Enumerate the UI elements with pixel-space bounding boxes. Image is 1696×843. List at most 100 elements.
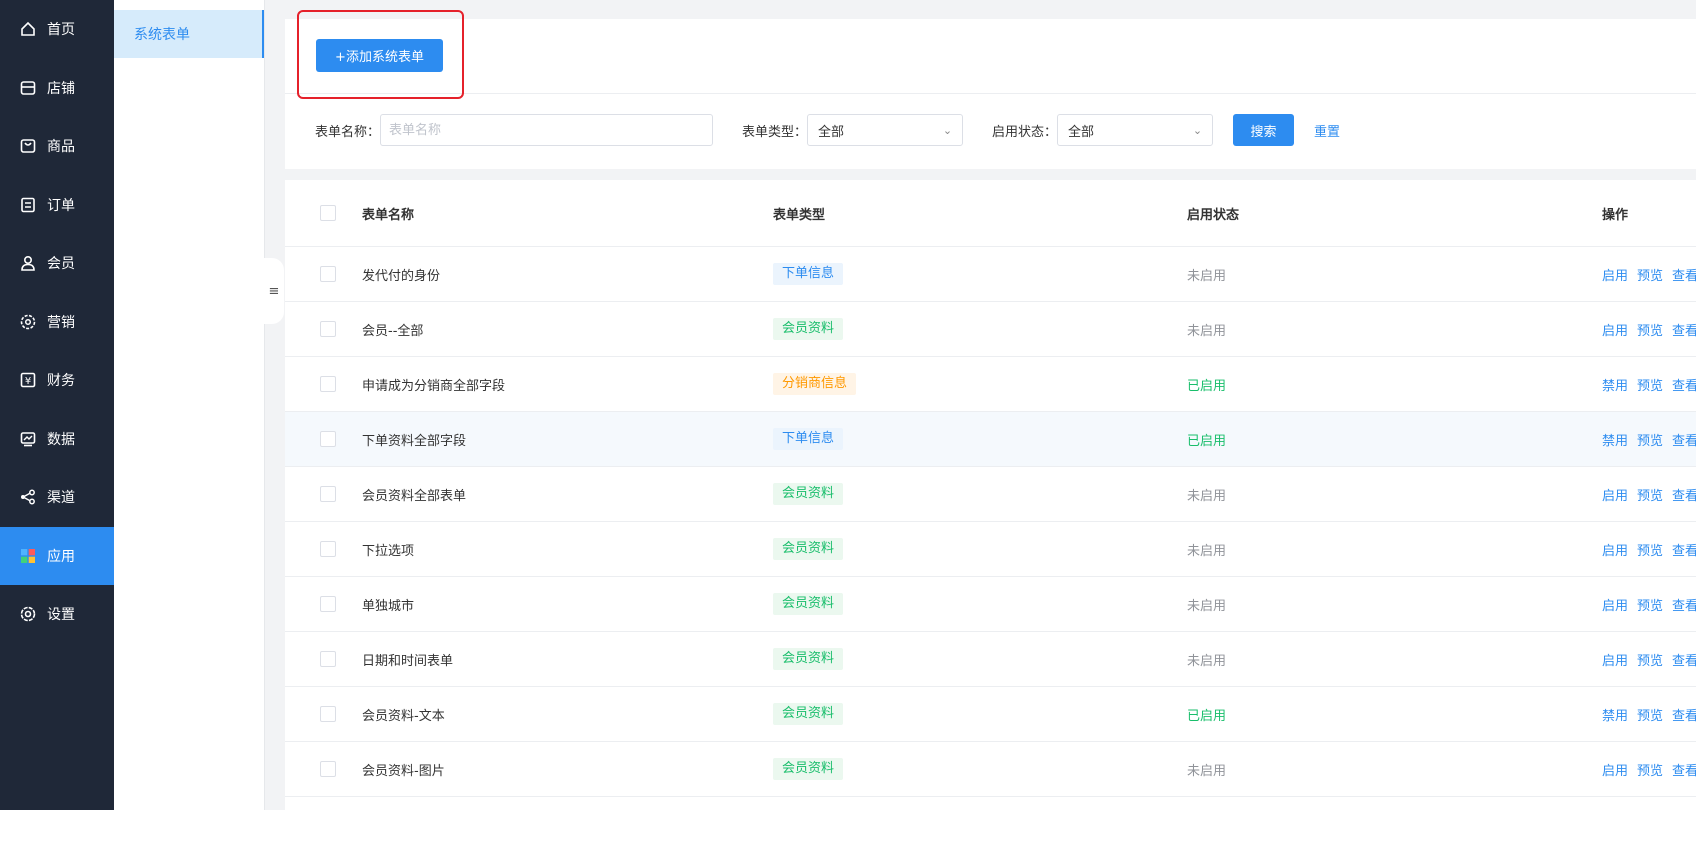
nav-item-label: 数据 — [47, 431, 75, 448]
toggle-enable-link[interactable]: 启用 — [1602, 265, 1628, 284]
toggle-enable-link[interactable]: 启用 — [1602, 485, 1628, 504]
add-system-form-button[interactable]: +添加系统表单 — [316, 39, 443, 72]
status-cell: 已启用 — [1187, 433, 1227, 449]
form-type-tag: 会员资料 — [773, 318, 844, 340]
share-icon — [19, 488, 37, 506]
form-type-tag: 会员资料 — [773, 593, 844, 615]
form-name-cell: 会员资料-图片 — [362, 763, 445, 779]
subnav-item-system-forms[interactable]: 系统表单 — [114, 10, 264, 58]
header-ops: 操作 — [1602, 207, 1629, 223]
table-row: 会员资料-文本 会员资料 已启用 禁用 预览 查看 — [285, 687, 1696, 742]
form-type-tag: 下单信息 — [773, 428, 844, 450]
apps-icon — [19, 547, 37, 565]
reset-link[interactable]: 重置 — [1314, 121, 1340, 140]
store-icon — [19, 79, 37, 97]
table-row: 日期和时间表单 会员资料 未启用 启用 预览 查看 — [285, 632, 1696, 687]
nav-item-label: 店铺 — [47, 80, 75, 97]
svg-text:¥: ¥ — [25, 376, 31, 387]
preview-link[interactable]: 预览 — [1637, 705, 1663, 724]
row-checkbox[interactable] — [320, 431, 336, 447]
view-link[interactable]: 查看 — [1672, 705, 1696, 724]
preview-link[interactable]: 预览 — [1637, 375, 1663, 394]
view-link[interactable]: 查看 — [1672, 485, 1696, 504]
user-icon — [19, 254, 37, 272]
nav-item-label: 营销 — [47, 314, 75, 331]
app-root: 首页店铺商品 订单 会员营销 ¥ 财务数据渠道 应用 设置 系统表单 ≡ +添加系统表单 表… — [0, 0, 1696, 810]
toggle-enable-link[interactable]: 禁用 — [1602, 705, 1628, 724]
status-cell: 未启用 — [1187, 543, 1227, 559]
form-type-select[interactable]: 全部 ⌄ — [807, 114, 964, 146]
status-select[interactable]: 全部 ⌄ — [1057, 114, 1214, 146]
row-checkbox[interactable] — [320, 321, 336, 337]
form-type-label: 表单类型： — [742, 124, 808, 140]
preview-link[interactable]: 预览 — [1637, 430, 1663, 449]
preview-link[interactable]: 预览 — [1637, 265, 1663, 284]
view-link[interactable]: 查看 — [1672, 540, 1696, 559]
row-checkbox[interactable] — [320, 596, 336, 612]
nav-item-6[interactable]: ¥ 财务 — [0, 351, 114, 410]
nav-item-9[interactable]: 应用 — [0, 526, 114, 585]
nav-item-10[interactable]: 设置 — [0, 585, 114, 644]
toggle-enable-link[interactable]: 禁用 — [1602, 430, 1628, 449]
toolbar-card: +添加系统表单 表单名称： 表单类型： 全部 ⌄ 启用状态： 全部 ⌄ 搜索 重… — [285, 19, 1696, 169]
toggle-enable-link[interactable]: 启用 — [1602, 760, 1628, 779]
row-checkbox[interactable] — [320, 541, 336, 557]
preview-link[interactable]: 预览 — [1637, 760, 1663, 779]
row-checkbox[interactable] — [320, 376, 336, 392]
toggle-enable-link[interactable]: 启用 — [1602, 595, 1628, 614]
table-row: 下单资料全部字段 下单信息 已启用 禁用 预览 查看 — [285, 412, 1696, 467]
table-header: 表单名称 表单类型 启用状态 操作 — [285, 180, 1696, 247]
preview-link[interactable]: 预览 — [1637, 540, 1663, 559]
view-link[interactable]: 查看 — [1672, 595, 1696, 614]
toggle-enable-link[interactable]: 启用 — [1602, 650, 1628, 669]
row-checkbox[interactable] — [320, 761, 336, 777]
row-checkbox[interactable] — [320, 706, 336, 722]
form-name-cell: 下单资料全部字段 — [362, 433, 467, 449]
toggle-enable-link[interactable]: 禁用 — [1602, 375, 1628, 394]
nav-item-2[interactable]: 商品 — [0, 117, 114, 176]
nav-item-label: 首页 — [47, 22, 75, 39]
status-cell: 已启用 — [1187, 708, 1227, 724]
search-button[interactable]: 搜索 — [1233, 114, 1295, 146]
form-name-cell: 日期和时间表单 — [362, 653, 454, 669]
nav-item-1[interactable]: 店铺 — [0, 59, 114, 118]
form-type-tag: 会员资料 — [773, 648, 844, 670]
nav-item-label: 财务 — [47, 373, 75, 390]
view-link[interactable]: 查看 — [1672, 430, 1696, 449]
view-link[interactable]: 查看 — [1672, 375, 1696, 394]
form-name-cell: 单独城市 — [362, 598, 415, 614]
divider — [285, 93, 1696, 94]
row-checkbox[interactable] — [320, 651, 336, 667]
chevron-down-icon: ⌄ — [942, 123, 953, 137]
form-name-input[interactable] — [380, 114, 714, 146]
preview-link[interactable]: 预览 — [1637, 485, 1663, 504]
nav-item-0[interactable]: 首页 — [0, 0, 114, 59]
table-row: 单独城市 会员资料 未启用 启用 预览 查看 — [285, 577, 1696, 632]
chevron-down-icon: ⌄ — [1192, 123, 1203, 137]
nav-item-3[interactable]: 订单 — [0, 176, 114, 235]
view-link[interactable]: 查看 — [1672, 265, 1696, 284]
nav-item-4[interactable]: 会员 — [0, 234, 114, 293]
nav-item-8[interactable]: 渠道 — [0, 468, 114, 527]
filter-bar: 表单名称： 表单类型： 全部 ⌄ 启用状态： 全部 ⌄ 搜索 重置 — [315, 114, 1340, 146]
nav-item-7[interactable]: 数据 — [0, 410, 114, 469]
table-row: 会员资料-图片 会员资料 未启用 启用 预览 查看 — [285, 742, 1696, 797]
form-name-cell: 申请成为分销商全部字段 — [362, 378, 506, 394]
preview-link[interactable]: 预览 — [1637, 595, 1663, 614]
view-link[interactable]: 查看 — [1672, 650, 1696, 669]
nav-item-5[interactable]: 营销 — [0, 293, 114, 352]
form-type-tag: 下单信息 — [773, 263, 844, 285]
view-link[interactable]: 查看 — [1672, 760, 1696, 779]
preview-link[interactable]: 预览 — [1637, 650, 1663, 669]
row-checkbox[interactable] — [320, 486, 336, 502]
view-link[interactable]: 查看 — [1672, 320, 1696, 339]
toggle-enable-link[interactable]: 启用 — [1602, 320, 1628, 339]
form-type-tag: 会员资料 — [773, 538, 844, 560]
status-cell: 未启用 — [1187, 763, 1227, 779]
collapse-menu-icon[interactable]: ≡ — [264, 258, 284, 324]
toggle-enable-link[interactable]: 启用 — [1602, 540, 1628, 559]
main-sidebar: 首页店铺商品 订单 会员营销 ¥ 财务数据渠道 应用 设置 — [0, 0, 114, 810]
row-checkbox[interactable] — [320, 266, 336, 282]
select-all-checkbox[interactable] — [320, 205, 336, 221]
preview-link[interactable]: 预览 — [1637, 320, 1663, 339]
